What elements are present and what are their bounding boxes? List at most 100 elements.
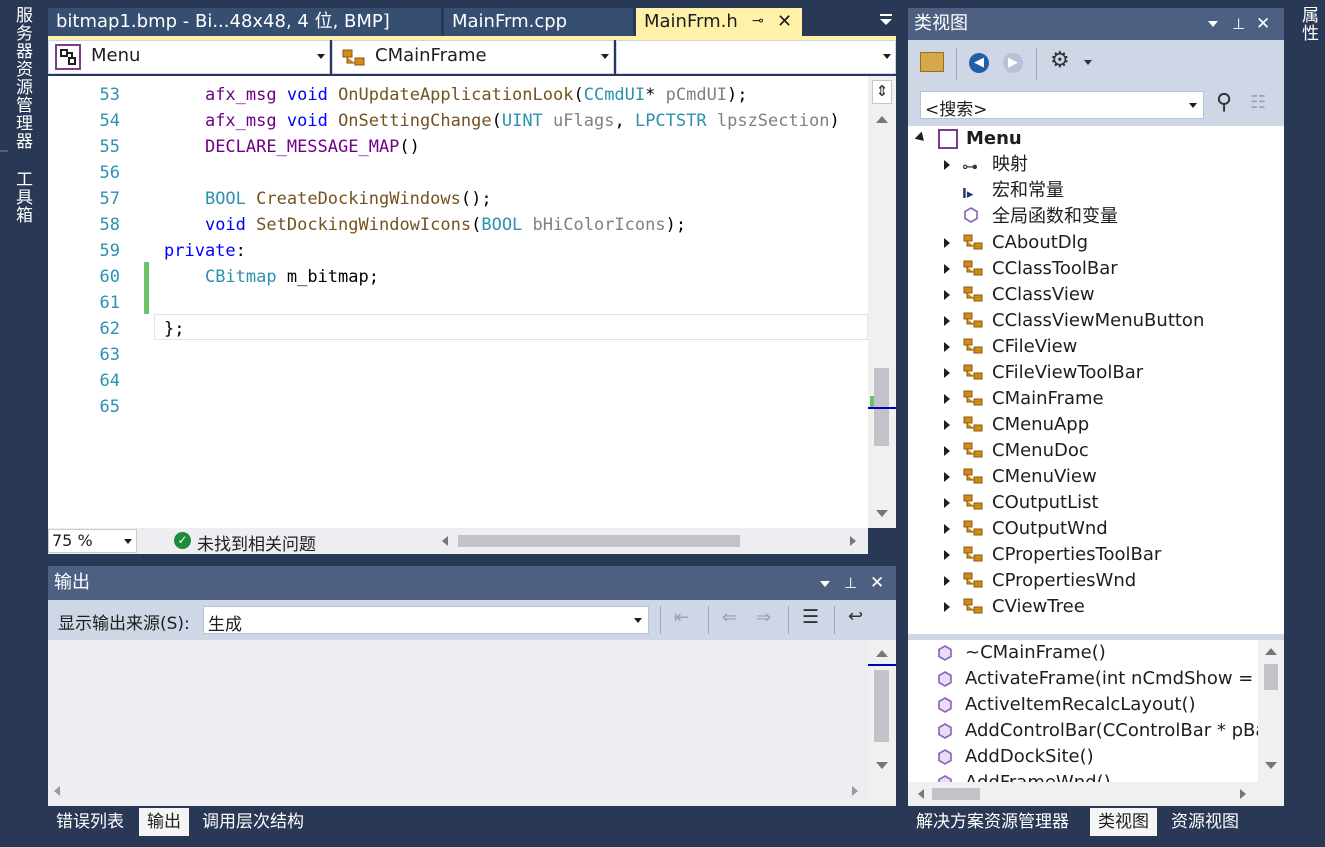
expand-triangle-icon[interactable] [944,316,950,326]
tree-item[interactable]: 全局函数和变量 [908,204,1278,230]
editor-vertical-scrollbar[interactable]: ⇕ [868,76,896,528]
code-editor[interactable]: 53 afx_msg void OnUpdateApplicationLook(… [48,76,868,528]
scroll-up-icon[interactable] [876,116,888,123]
hscroll-thumb[interactable] [458,535,740,547]
expand-triangle-icon[interactable] [944,394,950,404]
tab-bitmap1[interactable]: bitmap1.bmp - Bi...48x48, 4 位, BMP] [48,8,441,36]
search-icon[interactable]: ⚲ [1216,90,1232,115]
tree-item[interactable]: CMainFrame [908,386,1278,412]
tab-call-hierarchy[interactable]: 调用层次结构 [194,808,312,836]
scroll-down-icon[interactable] [1265,762,1277,769]
tree-item[interactable]: CFileView [908,334,1278,360]
class-view-tree[interactable]: Menu ⊶ 映射 I▸ 宏和常量 全局函数和变量 CAboutDlg CClassTool… [908,126,1284,634]
tree-item[interactable]: CMenuDoc [908,438,1278,464]
tab-solution-explorer[interactable]: 解决方案资源管理器 [908,808,1077,836]
tab-resource-view[interactable]: 资源视图 [1163,808,1247,836]
tree-item[interactable]: CPropertiesToolBar [908,542,1278,568]
back-icon[interactable]: ◀ [969,53,989,73]
code-line[interactable]: 54 afx_msg void OnSettingChange(UINT uFl… [48,108,868,134]
search-options-icon[interactable]: ☷ [1250,92,1266,113]
split-editor-icon[interactable]: ⇕ [872,80,892,104]
tree-item[interactable]: CFileViewToolBar [908,360,1278,386]
code-line[interactable]: 57 BOOL CreateDockingWindows(); [48,186,868,212]
expand-triangle-icon[interactable] [944,576,950,586]
hscroll-thumb[interactable] [932,788,980,800]
output-vertical-scrollbar[interactable] [868,640,896,806]
members-vertical-scrollbar[interactable] [1258,640,1284,782]
project-dropdown[interactable]: Menu [48,40,330,74]
expand-triangle-icon[interactable] [944,290,950,300]
code-line[interactable]: 59 private: [48,238,868,264]
output-source-dropdown[interactable]: 生成 [203,606,649,635]
toolbox-tab[interactable]: 工具箱 [10,170,35,230]
next-message-icon[interactable]: ⇒ [756,607,771,628]
expand-triangle-icon[interactable] [944,550,950,560]
expand-triangle-icon[interactable] [944,160,950,170]
server-explorer-tab[interactable]: 服务器资源管理器 [10,6,35,156]
scroll-down-icon[interactable] [876,510,888,517]
pin-icon[interactable]: ⊥ [1232,8,1245,40]
code-line[interactable]: 56 [48,160,868,186]
tree-item[interactable]: CClassViewMenuButton [908,308,1278,334]
tree-item[interactable]: COutputWnd [908,516,1278,542]
tree-item[interactable]: CClassToolBar [908,256,1278,282]
close-icon[interactable]: ✕ [870,566,884,600]
goto-line-icon[interactable]: ⇤ [674,607,689,628]
tab-mainfrm-h[interactable]: MainFrm.h ⊸ ✕ [636,8,802,36]
code-line[interactable]: 64 [48,368,868,394]
issues-status[interactable]: 未找到相关问题 [197,530,316,555]
tree-item[interactable]: CMenuApp [908,412,1278,438]
code-line[interactable]: 62}; [48,316,868,342]
expand-triangle-icon[interactable] [944,264,950,274]
members-horizontal-scrollbar[interactable] [908,782,1284,806]
tree-item[interactable]: I▸ 宏和常量 [908,178,1278,204]
expand-triangle-icon[interactable] [944,602,950,612]
chevron-down-icon[interactable] [820,581,830,587]
expand-triangle-icon[interactable] [944,420,950,430]
scroll-left-icon[interactable] [54,786,60,796]
tab-class-view[interactable]: 类视图 [1090,808,1157,836]
tab-output[interactable]: 输出 [139,808,189,836]
member-dropdown[interactable] [616,40,896,74]
code-line[interactable]: 63 [48,342,868,368]
class-dropdown[interactable]: CMainFrame [332,40,614,74]
scroll-up-icon[interactable] [1265,648,1277,655]
scroll-right-icon[interactable] [1240,789,1246,799]
tree-item[interactable]: ⊶ 映射 [908,152,1278,178]
tree-item[interactable]: CViewTree [908,594,1278,620]
tab-mainfrm-cpp[interactable]: MainFrm.cpp [444,8,633,36]
horizontal-scrollbar[interactable] [440,528,860,554]
close-icon[interactable]: ✕ [1256,8,1270,40]
scroll-left-icon[interactable] [918,789,924,799]
expand-triangle-icon[interactable] [944,342,950,352]
expand-triangle-icon[interactable] [944,498,950,508]
code-line[interactable]: 61 [48,290,868,316]
properties-tab[interactable]: 属性 [1296,6,1321,56]
code-line[interactable]: 53 afx_msg void OnUpdateApplicationLook(… [48,82,868,108]
expand-triangle-icon[interactable] [944,472,950,482]
chevron-down-icon[interactable] [1084,60,1092,65]
new-folder-icon[interactable] [920,52,944,72]
forward-icon[interactable]: ▶ [1003,53,1023,73]
scroll-right-icon[interactable] [852,786,858,796]
class-members-list[interactable]: ~CMainFrame() ActivateFrame(int nCmdShow … [908,640,1284,806]
scroll-thumb[interactable] [874,670,889,742]
tab-list-dropdown-icon[interactable] [880,14,894,26]
chevron-down-icon[interactable] [1208,21,1218,27]
expand-triangle-icon[interactable] [944,446,950,456]
scroll-left-icon[interactable] [442,536,448,546]
tree-item[interactable]: CMenuView [908,464,1278,490]
tree-item[interactable]: CClassView [908,282,1278,308]
tree-item[interactable]: COutputList [908,490,1278,516]
scroll-down-icon[interactable] [876,762,888,769]
tree-item[interactable]: CAboutDlg [908,230,1278,256]
scroll-up-icon[interactable] [876,650,888,657]
expand-triangle-icon[interactable] [944,238,950,248]
search-input[interactable]: <搜索> [920,91,1204,120]
word-wrap-icon[interactable]: ↩ [848,606,863,627]
pin-icon[interactable]: ⊥ [844,566,857,600]
clear-all-icon[interactable]: ☰ [802,606,819,628]
code-line[interactable]: 55 DECLARE_MESSAGE_MAP() [48,134,868,160]
scroll-thumb[interactable] [1264,664,1278,690]
tab-error-list[interactable]: 错误列表 [48,808,132,836]
